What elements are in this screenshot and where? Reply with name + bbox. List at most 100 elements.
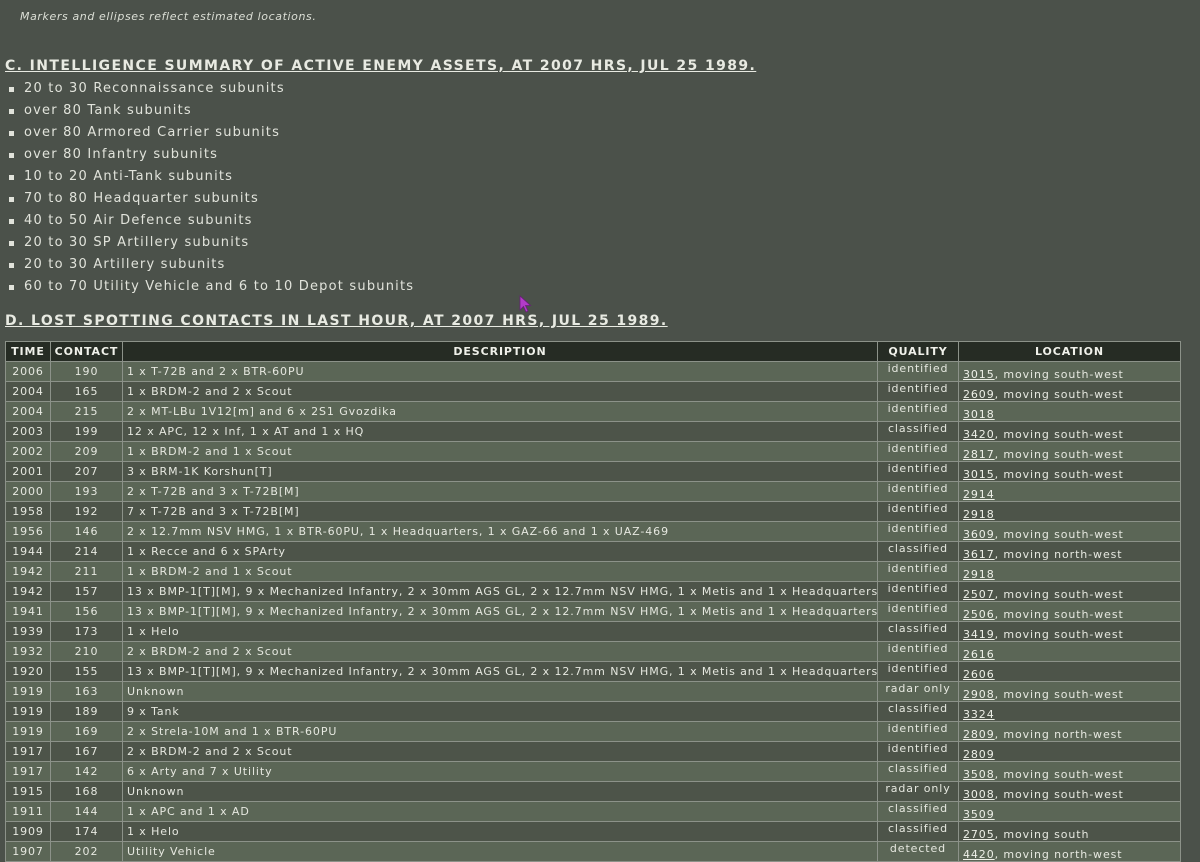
location-grid-link[interactable]: 3419 (963, 628, 995, 641)
cell-description: 13 x BMP-1[T][M], 9 x Mechanized Infantr… (122, 661, 878, 682)
location-grid-link[interactable]: 2918 (963, 508, 995, 521)
cell-quality: identified (877, 461, 959, 482)
summary-item-text: 40 to 50 Air Defence subunits (24, 213, 253, 228)
cell-location: 3508, moving south-west (958, 761, 1181, 782)
summary-item-text: 70 to 80 Headquarter subunits (24, 191, 259, 206)
location-grid-link[interactable]: 2817 (963, 448, 995, 461)
summary-item: over 80 Infantry subunits (8, 146, 414, 168)
location-grid-link[interactable]: 3420 (963, 428, 995, 441)
table-row: 2004 165 1 x BRDM-2 and 2 x Scout identifie… (5, 381, 1181, 402)
cell-location: 3420, moving south-west (958, 421, 1181, 442)
cell-description: 2 x Strela-10M and 1 x BTR-60PU (122, 721, 878, 742)
location-grid-link[interactable]: 4420 (963, 848, 995, 861)
location-grid-link[interactable]: 2809 (963, 748, 995, 761)
location-grid-link[interactable]: 3508 (963, 768, 995, 781)
location-grid-link[interactable]: 2507 (963, 588, 995, 601)
cell-quality: identified (877, 581, 959, 602)
table-row: 2000 193 2 x T-72B and 3 x T-72B[M] identif… (5, 481, 1181, 502)
table-row: 2004 215 2 x MT-LBu 1V12[m] and 6 x 2S1 Gv… (5, 401, 1181, 422)
cell-contact: 211 (50, 561, 123, 582)
cell-quality: classified (877, 761, 959, 782)
cell-time: 1942 (5, 581, 51, 602)
location-grid-link[interactable]: 3018 (963, 408, 995, 421)
bullet-icon (9, 153, 14, 158)
section-d-title: D. LOST SPOTTING CONTACTS IN LAST HOUR, … (5, 313, 668, 329)
cell-time: 2006 (5, 361, 51, 382)
summary-item-text: over 80 Tank subunits (24, 103, 192, 118)
summary-item: over 80 Tank subunits (8, 102, 414, 124)
table-row: 2003 199 12 x APC, 12 x Inf, 1 x AT and 1 … (5, 421, 1181, 442)
table-header-row: TIME CONTACT DESCRIPTION QUALITY LOCATIO… (5, 341, 1181, 362)
column-header-quality: QUALITY (877, 341, 959, 362)
location-grid-link[interactable]: 3324 (963, 708, 995, 721)
cell-time: 1907 (5, 841, 51, 862)
cell-contact: 207 (50, 461, 123, 482)
cell-contact: 173 (50, 621, 123, 642)
location-grid-link[interactable]: 2506 (963, 608, 995, 621)
cell-location: 3617, moving north-west (958, 541, 1181, 562)
cell-description: 1 x Helo (122, 821, 878, 842)
cell-contact: 146 (50, 521, 123, 542)
location-grid-link[interactable]: 2609 (963, 388, 995, 401)
location-grid-link[interactable]: 3015 (963, 468, 995, 481)
map-note: Markers and ellipses reflect estimated l… (20, 10, 317, 23)
location-movement: , moving south-west (994, 608, 1124, 621)
cell-contact: 157 (50, 581, 123, 602)
cell-time: 1942 (5, 561, 51, 582)
location-grid-link[interactable]: 3008 (963, 788, 995, 801)
summary-item-text: 20 to 30 Reconnaissance subunits (24, 81, 285, 96)
cell-quality: classified (877, 621, 959, 642)
location-grid-link[interactable]: 2914 (963, 488, 995, 501)
cell-time: 1956 (5, 521, 51, 542)
column-header-location: LOCATION (958, 341, 1181, 362)
cell-contact: 174 (50, 821, 123, 842)
location-grid-link[interactable]: 3617 (963, 548, 995, 561)
cell-quality: radar only (877, 681, 959, 702)
cell-quality: identified (877, 641, 959, 662)
location-grid-link[interactable]: 2606 (963, 668, 995, 681)
table-row: 2002 209 1 x BRDM-2 and 1 x Scout identifie… (5, 441, 1181, 462)
bullet-icon (9, 219, 14, 224)
location-movement: , moving south-west (994, 368, 1124, 381)
location-grid-link[interactable]: 2908 (963, 688, 995, 701)
cell-description: 1 x Helo (122, 621, 878, 642)
table-row: 1958 192 7 x T-72B and 3 x T-72B[M] identif… (5, 501, 1181, 522)
cell-description: 1 x BRDM-2 and 1 x Scout (122, 441, 878, 462)
location-grid-link[interactable]: 2918 (963, 568, 995, 581)
table-row: 1911 144 1 x APC and 1 x AD classified 3509 (5, 801, 1181, 822)
location-grid-link[interactable]: 2616 (963, 648, 995, 661)
location-grid-link[interactable]: 3509 (963, 808, 995, 821)
column-header-time: TIME (5, 341, 51, 362)
location-grid-link[interactable]: 2809 (963, 728, 995, 741)
location-movement: , moving south-west (994, 428, 1124, 441)
cell-time: 1944 (5, 541, 51, 562)
table-row: 1944 214 1 x Recce and 6 x SPArty classifie… (5, 541, 1181, 562)
cell-location: 3324 (958, 701, 1181, 722)
cell-location: 2918 (958, 501, 1181, 522)
cell-description: 7 x T-72B and 3 x T-72B[M] (122, 501, 878, 522)
bullet-icon (9, 109, 14, 114)
cell-time: 1919 (5, 721, 51, 742)
table-row: 1915 168 Unknown radar only 3008, moving sou… (5, 781, 1181, 802)
summary-item-text: 60 to 70 Utility Vehicle and 6 to 10 Dep… (24, 279, 415, 294)
cell-quality: identified (877, 741, 959, 762)
location-movement: , moving north-west (994, 548, 1123, 561)
cell-quality: classified (877, 801, 959, 822)
cell-location: 3015, moving south-west (958, 361, 1181, 382)
cell-location: 2817, moving south-west (958, 441, 1181, 462)
cell-location: 3509 (958, 801, 1181, 822)
location-grid-link[interactable]: 2705 (963, 828, 995, 841)
cell-description: 9 x Tank (122, 701, 878, 722)
cell-quality: classified (877, 421, 959, 442)
table-row: 1919 189 9 x Tank classified 3324 (5, 701, 1181, 722)
cell-contact: 192 (50, 501, 123, 522)
cell-time: 1919 (5, 701, 51, 722)
cell-quality: identified (877, 381, 959, 402)
cell-contact: 156 (50, 601, 123, 622)
cell-time: 2001 (5, 461, 51, 482)
cell-quality: identified (877, 441, 959, 462)
cell-description: 3 x BRM-1K Korshun[T] (122, 461, 878, 482)
location-grid-link[interactable]: 3015 (963, 368, 995, 381)
location-grid-link[interactable]: 3609 (963, 528, 995, 541)
cell-contact: 163 (50, 681, 123, 702)
